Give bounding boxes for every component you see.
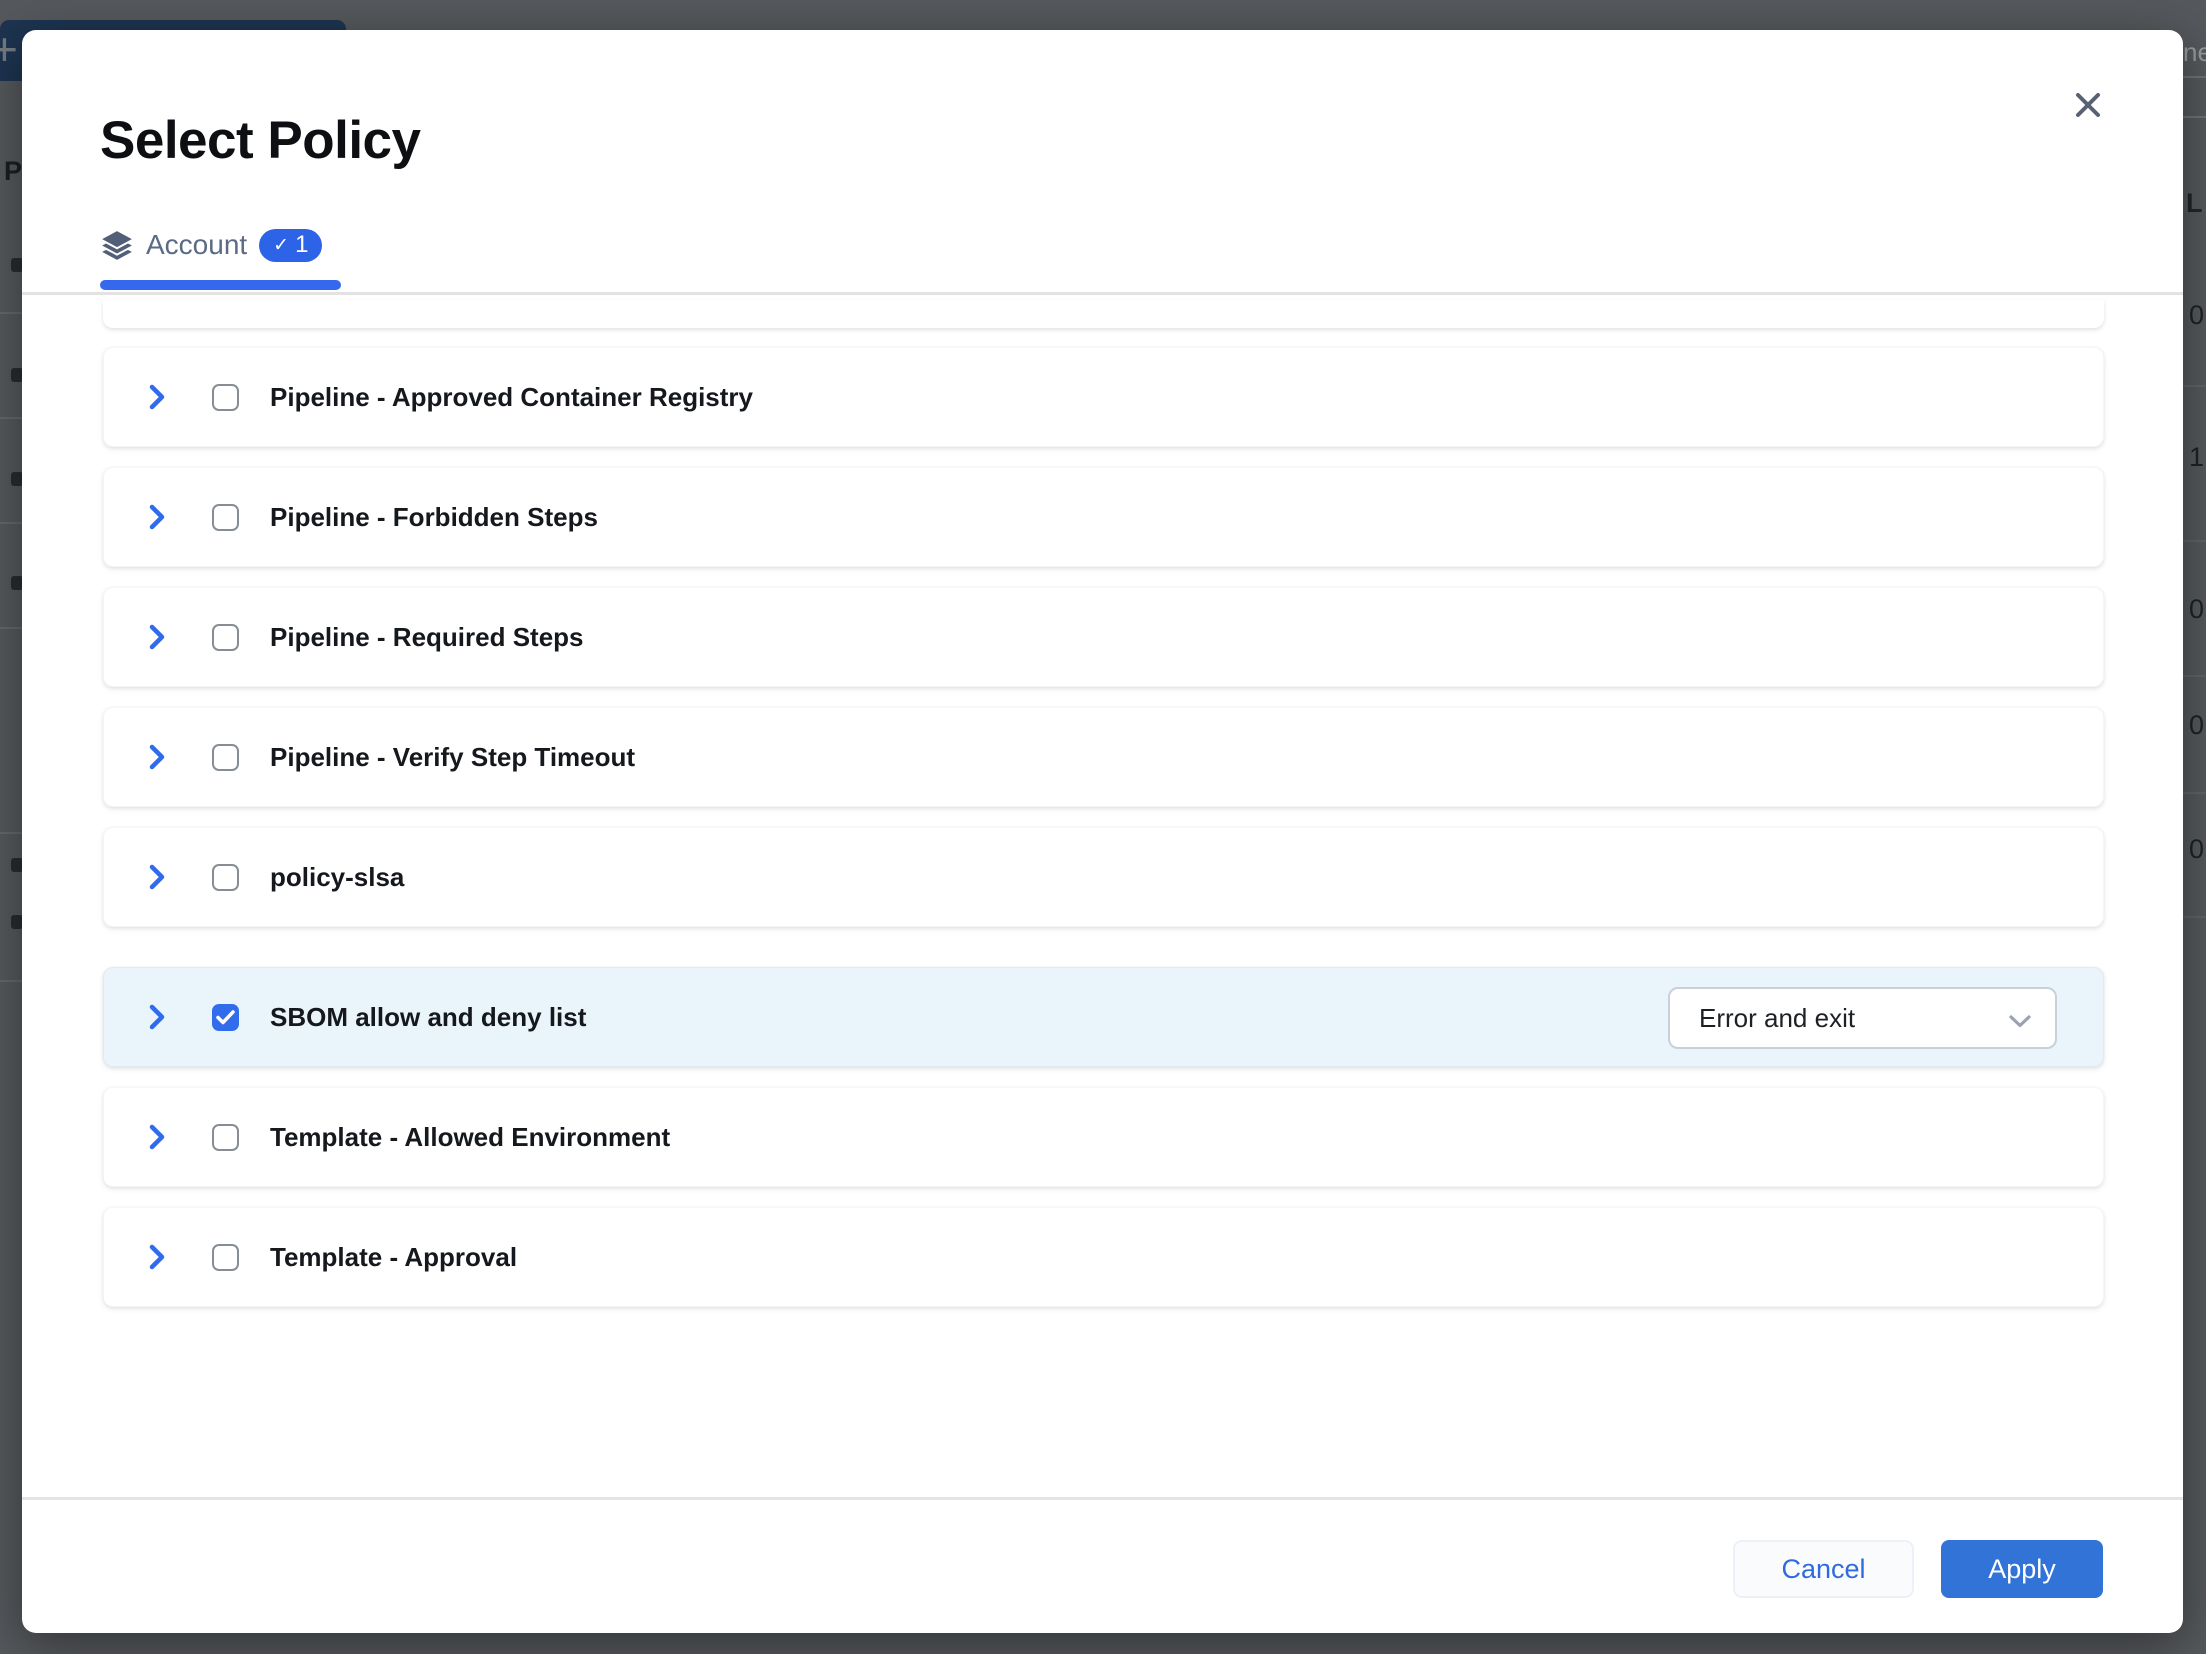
background-row-divider [0,417,22,419]
chevron-right-icon[interactable] [148,383,166,411]
background-table-value-fragment: 0 [2189,594,2204,625]
policy-checkbox[interactable] [212,624,239,651]
policy-checkbox[interactable] [212,864,239,891]
background-table-value-fragment: 0 [2189,834,2204,865]
background-table-value-fragment: 1 [2189,442,2204,473]
background-row-divider [2183,916,2206,918]
chevron-right-icon[interactable] [148,503,166,531]
active-tab-indicator [100,280,341,290]
policy-label: Pipeline - Required Steps [270,622,584,653]
background-row-divider [0,832,22,834]
policy-label: policy-slsa [270,862,404,893]
chevron-down-icon [2009,1015,2031,1033]
policy-row[interactable]: Template - Approval [103,1207,2104,1307]
policy-row[interactable]: policy-slsa [103,827,2104,927]
select-policy-modal: Select Policy Account ✓ 1 [22,30,2183,1633]
check-icon: ✓ [273,236,289,255]
policy-label: Template - Approval [270,1242,517,1273]
background-row-divider [0,980,22,982]
background-right-header-fragment: ne [2183,37,2206,68]
policy-label: Template - Allowed Environment [270,1122,670,1153]
policy-label: Pipeline - Approved Container Registry [270,382,753,413]
background-row-divider [2183,116,2206,118]
policy-checkbox[interactable] [212,1004,239,1031]
background-row-divider [0,522,22,524]
background-table-value-fragment: 0 [2189,300,2204,331]
policy-row[interactable]: Template - Allowed Environment [103,1087,2104,1187]
layers-icon [100,230,134,261]
cancel-button[interactable]: Cancel [1733,1540,1914,1598]
tab-account-label: Account [146,229,247,261]
policy-row[interactable]: Pipeline - Approved Container Registry [103,347,2104,447]
background-row-divider [2183,792,2206,794]
policy-row[interactable]: Pipeline - Forbidden Steps [103,467,2104,567]
policy-checkbox[interactable] [212,744,239,771]
page-title: Select Policy [100,110,421,171]
policy-label: SBOM allow and deny list [270,1002,586,1033]
tab-selected-count-badge: ✓ 1 [259,229,322,262]
policy-checkbox[interactable] [212,504,239,531]
partially-scrolled-row [103,300,2104,328]
apply-button[interactable]: Apply [1941,1540,2103,1598]
chevron-right-icon[interactable] [148,1243,166,1271]
background-row-divider [2183,675,2206,677]
policy-row[interactable]: Pipeline - Required Steps [103,587,2104,687]
policy-checkbox[interactable] [212,1244,239,1271]
footer-divider [22,1497,2183,1500]
background-row-divider [0,312,22,314]
chevron-right-icon[interactable] [148,623,166,651]
policy-row[interactable]: Pipeline - Verify Step Timeout [103,707,2104,807]
background-row-divider [2183,385,2206,387]
policy-row[interactable]: SBOM allow and deny list Error and exit [103,967,2104,1067]
policy-checkbox[interactable] [212,384,239,411]
tab-account[interactable]: Account ✓ 1 [100,224,322,266]
background-right-column-header-fragment: L [2186,188,2203,219]
chevron-right-icon[interactable] [148,863,166,891]
policy-action-value: Error and exit [1699,1003,1855,1034]
app-background: + P ne L 0 1 0 0 0 Select Policy Account ✓ 1 [0,0,2206,1654]
background-row-divider [2183,540,2206,542]
chevron-right-icon[interactable] [148,1003,166,1031]
background-row-divider [0,627,22,629]
policy-label: Pipeline - Forbidden Steps [270,502,598,533]
close-icon[interactable] [2066,83,2110,127]
policy-checkbox[interactable] [212,1124,239,1151]
plus-icon: + [0,26,18,72]
chevron-right-icon[interactable] [148,743,166,771]
policy-list: Pipeline - Approved Container Registry P… [22,295,2183,1495]
policy-action-select[interactable]: Error and exit [1668,987,2057,1049]
background-row-divider [2183,76,2206,78]
background-left-header-fragment: P [4,156,22,187]
background-table-value-fragment: 0 [2189,710,2204,741]
policy-label: Pipeline - Verify Step Timeout [270,742,635,773]
chevron-right-icon[interactable] [148,1123,166,1151]
